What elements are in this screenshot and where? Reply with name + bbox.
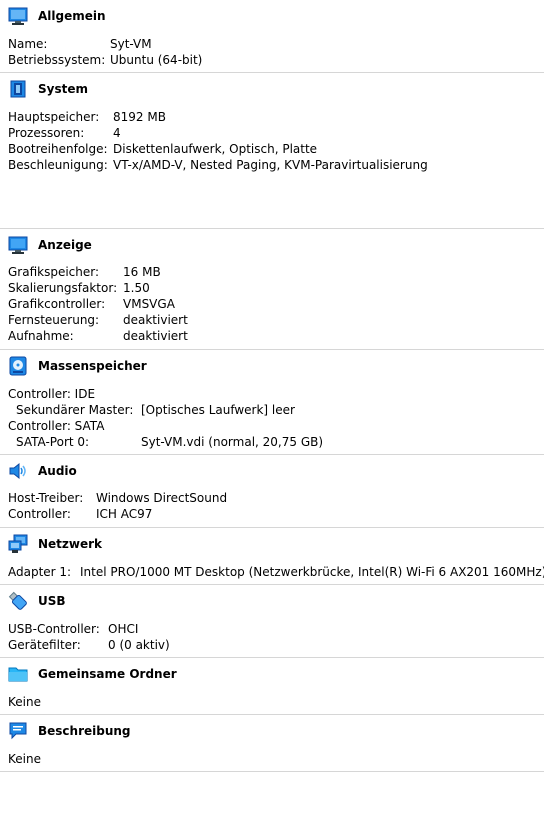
section-storage-title: Massenspeicher xyxy=(38,359,147,373)
row-label: Host-Treiber: xyxy=(8,491,84,505)
row-label: Fernsteuerung: xyxy=(8,313,100,327)
row-label: Keine xyxy=(8,695,41,709)
section-system-header[interactable]: System xyxy=(0,73,544,105)
row-label: Controller: IDE xyxy=(8,387,96,401)
monitor-icon xyxy=(8,7,28,25)
row-value: 8192 MB xyxy=(113,110,166,124)
section-usb-header[interactable]: USB xyxy=(0,585,544,617)
section-system: System Hauptspeicher: 8192 MB Prozessore… xyxy=(0,73,544,229)
section-general: Allgemein Name: Syt-VM Betriebssystem: U… xyxy=(0,0,544,73)
section-audio-title: Audio xyxy=(38,464,77,478)
row-label: Beschleunigung: xyxy=(8,158,108,172)
row-label: Aufnahme: xyxy=(8,329,74,343)
section-display-title: Anzeige xyxy=(38,238,92,252)
storage-disk-icon xyxy=(9,356,27,376)
row-value: 1.50 xyxy=(123,281,150,295)
network-icon xyxy=(8,534,28,553)
section-general-header[interactable]: Allgemein xyxy=(0,0,544,32)
section-network-header[interactable]: Netzwerk xyxy=(0,528,544,560)
section-usb-title: USB xyxy=(38,594,66,608)
section-system-title: System xyxy=(38,82,88,96)
section-shared-folders-header[interactable]: Gemeinsame Ordner xyxy=(0,658,544,690)
section-description-header[interactable]: Beschreibung xyxy=(0,715,544,747)
row-label: Grafikspeicher: xyxy=(8,265,100,279)
row-label: Keine xyxy=(8,752,41,766)
row-value: 0 (0 aktiv) xyxy=(108,638,170,652)
section-general-title: Allgemein xyxy=(38,9,106,23)
row-value: deaktiviert xyxy=(123,329,188,343)
row-label: USB-Controller: xyxy=(8,622,100,636)
display-icon xyxy=(8,236,28,254)
section-shared-folders: Gemeinsame Ordner Keine xyxy=(0,658,544,715)
section-usb: USB USB-Controller: OHCI Gerätefilter: 0… xyxy=(0,585,544,658)
section-audio-header[interactable]: Audio xyxy=(0,455,544,487)
section-network: Netzwerk Adapter 1: Intel PRO/1000 MT De… xyxy=(0,528,544,585)
row-label: Bootreihenfolge: xyxy=(8,142,108,156)
row-value: OHCI xyxy=(108,622,139,636)
section-storage-header[interactable]: Massenspeicher xyxy=(0,350,544,382)
speech-bubble-icon xyxy=(9,722,27,740)
row-value: Syt-VM xyxy=(110,37,152,51)
section-description-title: Beschreibung xyxy=(38,724,131,738)
row-label: Name: xyxy=(8,37,48,51)
row-value: Syt-VM.vdi (normal, 20,75 GB) xyxy=(141,435,324,449)
row-label: Grafikcontroller: xyxy=(8,297,106,311)
row-value: [Optisches Laufwerk] leer xyxy=(141,403,295,417)
row-label: Controller: SATA xyxy=(8,419,105,433)
section-display-header[interactable]: Anzeige xyxy=(0,229,544,261)
speaker-icon xyxy=(9,462,26,480)
section-audio: Audio Host-Treiber: Windows DirectSound … xyxy=(0,455,544,528)
folder-icon xyxy=(8,667,28,682)
row-value: Diskettenlaufwerk, Optisch, Platte xyxy=(113,142,318,156)
section-display: Anzeige Grafikspeicher: 16 MB Skalierung… xyxy=(0,229,544,350)
section-storage: Massenspeicher Controller: IDE Sekundäre… xyxy=(0,350,544,455)
row-value: Intel PRO/1000 MT Desktop (Netzwerkbrück… xyxy=(80,565,544,579)
row-label: Hauptspeicher: xyxy=(8,110,100,124)
row-label: Gerätefilter: xyxy=(8,638,81,652)
row-value: 4 xyxy=(113,126,121,140)
row-label: SATA-Port 0: xyxy=(16,435,90,449)
row-value: VMSVGA xyxy=(123,297,175,311)
row-label: Skalierungsfaktor: xyxy=(8,281,118,295)
row-value: VT-x/AMD-V, Nested Paging, KVM-Paravirtu… xyxy=(113,158,428,172)
row-value: Ubuntu (64-bit) xyxy=(110,53,203,67)
row-label: Adapter 1: xyxy=(8,565,72,579)
row-value: ICH AC97 xyxy=(96,507,153,521)
row-label: Controller: xyxy=(8,507,71,521)
usb-icon xyxy=(8,591,27,610)
section-description: Beschreibung Keine xyxy=(0,715,544,772)
row-label: Sekundärer Master: xyxy=(16,403,134,417)
section-network-title: Netzwerk xyxy=(38,537,103,551)
row-value: deaktiviert xyxy=(123,313,188,327)
chip-icon xyxy=(10,80,26,98)
row-label: Betriebssystem: xyxy=(8,53,106,67)
row-label: Prozessoren: xyxy=(8,126,85,140)
row-value: Windows DirectSound xyxy=(96,491,228,505)
section-shared-folders-title: Gemeinsame Ordner xyxy=(38,667,177,681)
row-value: 16 MB xyxy=(123,265,161,279)
